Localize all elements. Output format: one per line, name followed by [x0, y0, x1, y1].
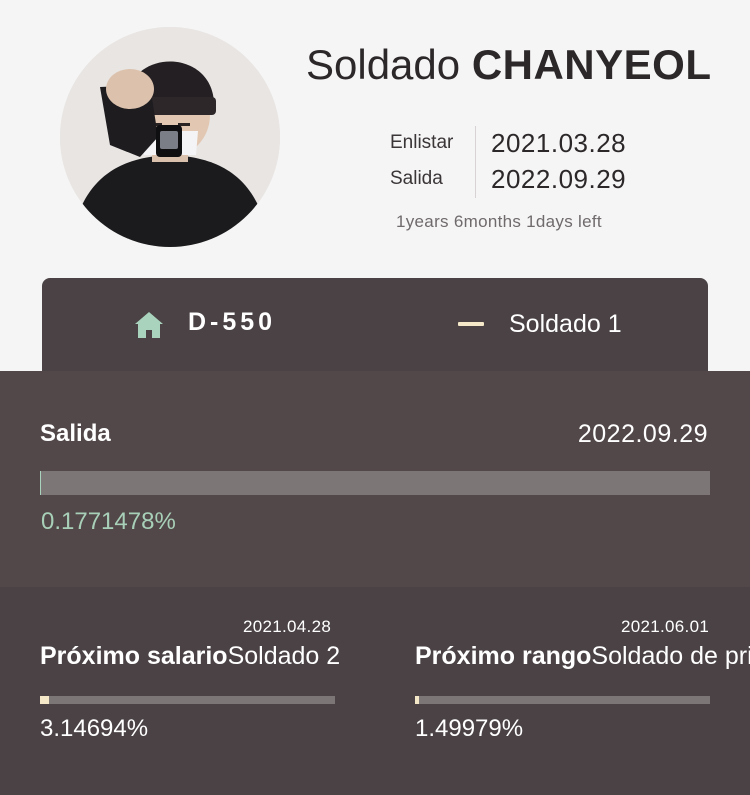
home-icon [135, 312, 163, 338]
next-rank-label: Próximo rango [415, 642, 592, 670]
rank-bar-icon [458, 322, 484, 326]
service-dates: Enlistar 2021.03.28 Salida 2022.09.29 [390, 126, 650, 200]
next-salary-date: 2021.04.28 [243, 617, 332, 636]
page-title: Soldado CHANYEOL [306, 40, 712, 90]
next-salary-value: Soldado 2 [227, 642, 341, 670]
next-rank-value: Soldado de primera [591, 642, 750, 670]
next-rank-card[interactable]: 2021.06.01 Próximo rangoSoldado de prime… [415, 587, 750, 795]
time-remaining: 1years 6months 1days left [396, 212, 602, 231]
discharge-panel: Salida 2022.09.29 0.1771478% [0, 371, 750, 587]
discharge-label: Salida [390, 168, 443, 189]
discharge-date: 2022.09.29 [491, 164, 627, 194]
current-rank: Soldado 1 [509, 310, 622, 338]
next-salary-progress-fill [40, 696, 50, 704]
dday-counter: D-550 [188, 308, 277, 336]
discharge-progress-label: Salida [40, 420, 111, 447]
next-rank-title: Próximo rangoSoldado de primera [415, 642, 750, 671]
profile-avatar[interactable] [60, 27, 280, 247]
discharge-progress-date: 2022.09.29 [577, 420, 708, 448]
profile-name: CHANYEOL [471, 41, 712, 88]
avatar-photo [60, 27, 280, 247]
discharge-progress-bar [40, 471, 710, 495]
dates-divider [475, 126, 476, 198]
next-rank-percent: 1.49979% [415, 715, 524, 742]
next-salary-percent: 3.14694% [40, 715, 149, 742]
next-rank-progress-fill [415, 696, 420, 704]
next-rank-progress-bar [415, 696, 710, 704]
next-salary-label: Próximo salario [40, 642, 228, 670]
enlist-label: Enlistar [390, 132, 454, 153]
next-salary-card[interactable]: 2021.04.28 Próximo salarioSoldado 2 3.14… [40, 587, 340, 795]
discharge-progress-fill [40, 471, 42, 495]
next-rank-date: 2021.06.01 [621, 617, 710, 636]
next-salary-progress-bar [40, 696, 335, 704]
next-salary-title: Próximo salarioSoldado 2 [40, 642, 340, 671]
milestones-panel: 2021.04.28 Próximo salarioSoldado 2 3.14… [0, 587, 750, 795]
discharge-progress-percent: 0.1771478% [41, 508, 176, 535]
profile-rank: Soldado [306, 41, 461, 88]
enlist-date: 2021.03.28 [491, 128, 627, 158]
